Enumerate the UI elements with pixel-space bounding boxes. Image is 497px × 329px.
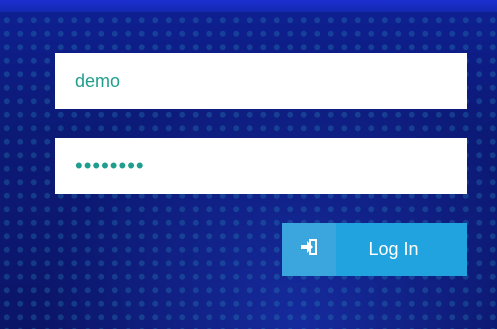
password-value: ••••••••: [75, 153, 145, 178]
password-field[interactable]: ••••••••: [55, 138, 467, 194]
username-value: demo: [75, 70, 121, 91]
login-button[interactable]: Log In: [282, 223, 467, 276]
sign-in-icon: [300, 239, 318, 260]
login-button-label: Log In: [368, 239, 419, 259]
login-button-label-area[interactable]: Log In: [336, 223, 467, 276]
top-strip: [0, 0, 497, 12]
username-field[interactable]: demo: [55, 53, 467, 109]
login-button-icon-area[interactable]: [282, 223, 336, 276]
